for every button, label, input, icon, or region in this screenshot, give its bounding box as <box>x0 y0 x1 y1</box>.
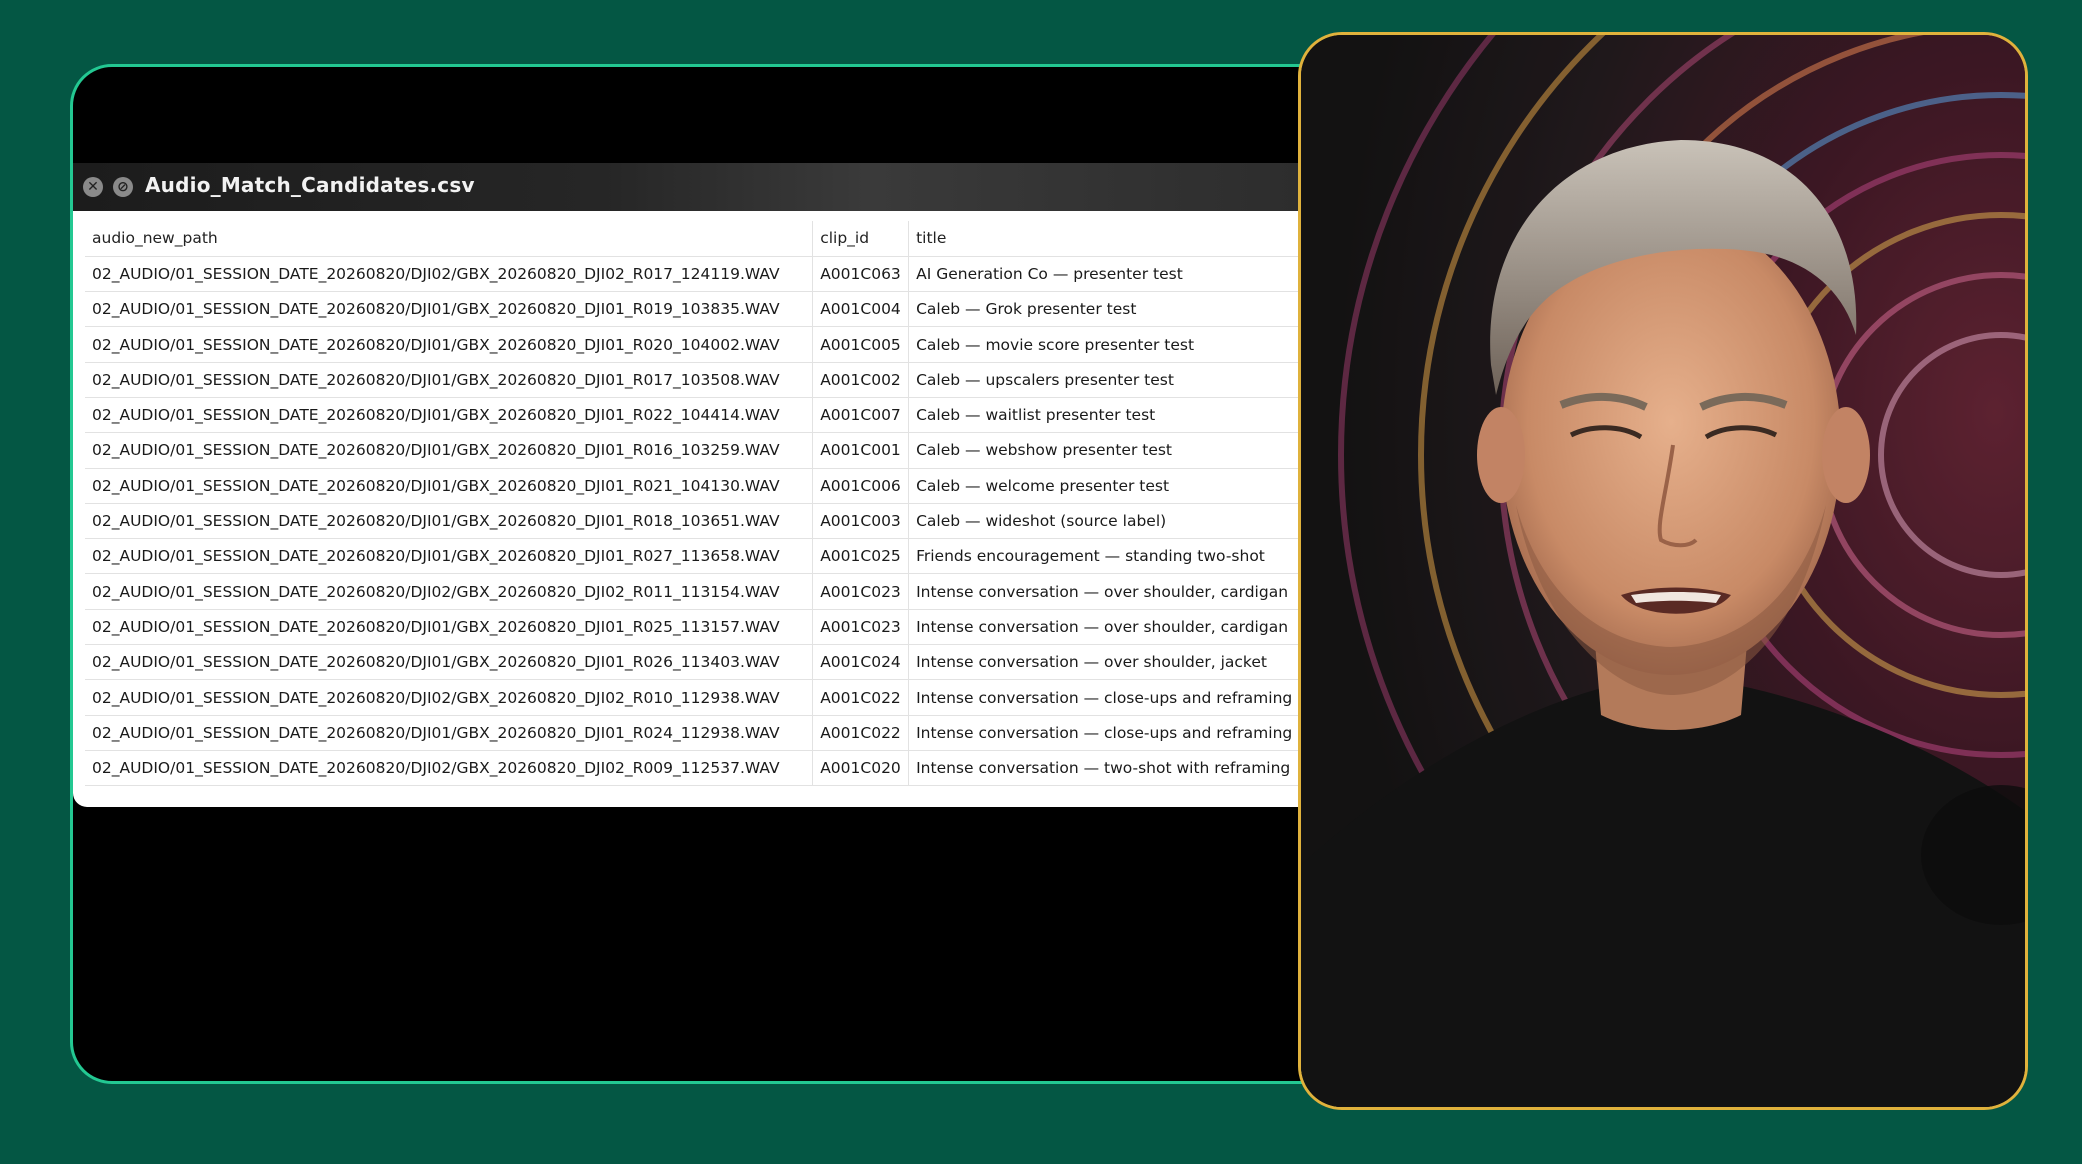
table-header-row: audio_new_path clip_id title <box>85 221 1397 257</box>
table-row[interactable]: 02_AUDIO/01_SESSION_DATE_20260820/DJI02/… <box>85 679 1397 716</box>
cell-audio-new-path[interactable]: 02_AUDIO/01_SESSION_DATE_20260820/DJI01/… <box>85 326 814 363</box>
cell-audio-new-path[interactable]: 02_AUDIO/01_SESSION_DATE_20260820/DJI01/… <box>85 362 814 398</box>
window-title: Audio_Match_Candidates.csv <box>145 173 475 197</box>
cell-clip-id[interactable]: A001C023 <box>812 609 910 646</box>
cell-audio-new-path[interactable]: 02_AUDIO/01_SESSION_DATE_20260820/DJI02/… <box>85 750 814 787</box>
header-clip-id[interactable]: clip_id <box>812 221 910 257</box>
cell-clip-id[interactable]: A001C063 <box>812 256 910 293</box>
table-row[interactable]: 02_AUDIO/01_SESSION_DATE_20260820/DJI02/… <box>85 573 1397 610</box>
webcam-frame <box>1298 32 2028 1110</box>
cell-audio-new-path[interactable]: 02_AUDIO/01_SESSION_DATE_20260820/DJI01/… <box>85 609 814 646</box>
table-row[interactable]: 02_AUDIO/01_SESSION_DATE_20260820/DJI01/… <box>85 432 1397 469</box>
presenter-video <box>1301 35 2025 1107</box>
cell-clip-id[interactable]: A001C002 <box>812 362 910 398</box>
cell-clip-id[interactable]: A001C020 <box>812 750 910 787</box>
cell-audio-new-path[interactable]: 02_AUDIO/01_SESSION_DATE_20260820/DJI02/… <box>85 573 814 610</box>
cell-audio-new-path[interactable]: 02_AUDIO/01_SESSION_DATE_20260820/DJI01/… <box>85 715 814 751</box>
table-row[interactable]: 02_AUDIO/01_SESSION_DATE_20260820/DJI01/… <box>85 326 1397 363</box>
table-row[interactable]: 02_AUDIO/01_SESSION_DATE_20260820/DJI01/… <box>85 468 1397 504</box>
csv-table: audio_new_path clip_id title 02_AUDIO/01… <box>85 221 1397 787</box>
cell-audio-new-path[interactable]: 02_AUDIO/01_SESSION_DATE_20260820/DJI01/… <box>85 432 814 469</box>
cell-clip-id[interactable]: A001C004 <box>812 291 910 328</box>
cell-clip-id[interactable]: A001C022 <box>812 679 910 716</box>
cell-clip-id[interactable]: A001C025 <box>812 538 910 575</box>
table-row[interactable]: 02_AUDIO/01_SESSION_DATE_20260820/DJI01/… <box>85 609 1397 646</box>
cell-clip-id[interactable]: A001C022 <box>812 715 910 751</box>
table-row[interactable]: 02_AUDIO/01_SESSION_DATE_20260820/DJI01/… <box>85 715 1397 751</box>
table-row[interactable]: 02_AUDIO/01_SESSION_DATE_20260820/DJI02/… <box>85 256 1397 293</box>
cell-audio-new-path[interactable]: 02_AUDIO/01_SESSION_DATE_20260820/DJI01/… <box>85 644 814 681</box>
table-row[interactable]: 02_AUDIO/01_SESSION_DATE_20260820/DJI01/… <box>85 362 1397 398</box>
cell-audio-new-path[interactable]: 02_AUDIO/01_SESSION_DATE_20260820/DJI01/… <box>85 503 814 540</box>
table-row[interactable]: 02_AUDIO/01_SESSION_DATE_20260820/DJI01/… <box>85 503 1397 540</box>
video-composite: ✕ ⊘ Audio_Match_Candidates.csv audio_new… <box>0 0 2082 1164</box>
table-row[interactable]: 02_AUDIO/01_SESSION_DATE_20260820/DJI02/… <box>85 750 1397 787</box>
table-row[interactable]: 02_AUDIO/01_SESSION_DATE_20260820/DJI01/… <box>85 538 1397 575</box>
header-audio-new-path[interactable]: audio_new_path <box>85 221 814 257</box>
cell-audio-new-path[interactable]: 02_AUDIO/01_SESSION_DATE_20260820/DJI01/… <box>85 468 814 504</box>
cell-audio-new-path[interactable]: 02_AUDIO/01_SESSION_DATE_20260820/DJI02/… <box>85 679 814 716</box>
table-row[interactable]: 02_AUDIO/01_SESSION_DATE_20260820/DJI01/… <box>85 397 1397 434</box>
table-row[interactable]: 02_AUDIO/01_SESSION_DATE_20260820/DJI01/… <box>85 644 1397 681</box>
cell-audio-new-path[interactable]: 02_AUDIO/01_SESSION_DATE_20260820/DJI01/… <box>85 538 814 575</box>
window-title-bar: ✕ ⊘ Audio_Match_Candidates.csv <box>73 163 1397 211</box>
cell-clip-id[interactable]: A001C003 <box>812 503 910 540</box>
cell-clip-id[interactable]: A001C023 <box>812 573 910 610</box>
minimize-icon[interactable]: ⊘ <box>113 177 133 197</box>
screen-capture-frame: ✕ ⊘ Audio_Match_Candidates.csv audio_new… <box>70 64 1400 1084</box>
csv-table-panel: audio_new_path clip_id title 02_AUDIO/01… <box>73 211 1397 807</box>
cell-audio-new-path[interactable]: 02_AUDIO/01_SESSION_DATE_20260820/DJI01/… <box>85 291 814 328</box>
cell-clip-id[interactable]: A001C024 <box>812 644 910 681</box>
close-icon[interactable]: ✕ <box>83 177 103 197</box>
cell-clip-id[interactable]: A001C007 <box>812 397 910 434</box>
cell-clip-id[interactable]: A001C005 <box>812 326 910 363</box>
cell-clip-id[interactable]: A001C001 <box>812 432 910 469</box>
cell-clip-id[interactable]: A001C006 <box>812 468 910 504</box>
cell-audio-new-path[interactable]: 02_AUDIO/01_SESSION_DATE_20260820/DJI02/… <box>85 256 814 293</box>
cell-audio-new-path[interactable]: 02_AUDIO/01_SESSION_DATE_20260820/DJI01/… <box>85 397 814 434</box>
table-row[interactable]: 02_AUDIO/01_SESSION_DATE_20260820/DJI01/… <box>85 291 1397 328</box>
